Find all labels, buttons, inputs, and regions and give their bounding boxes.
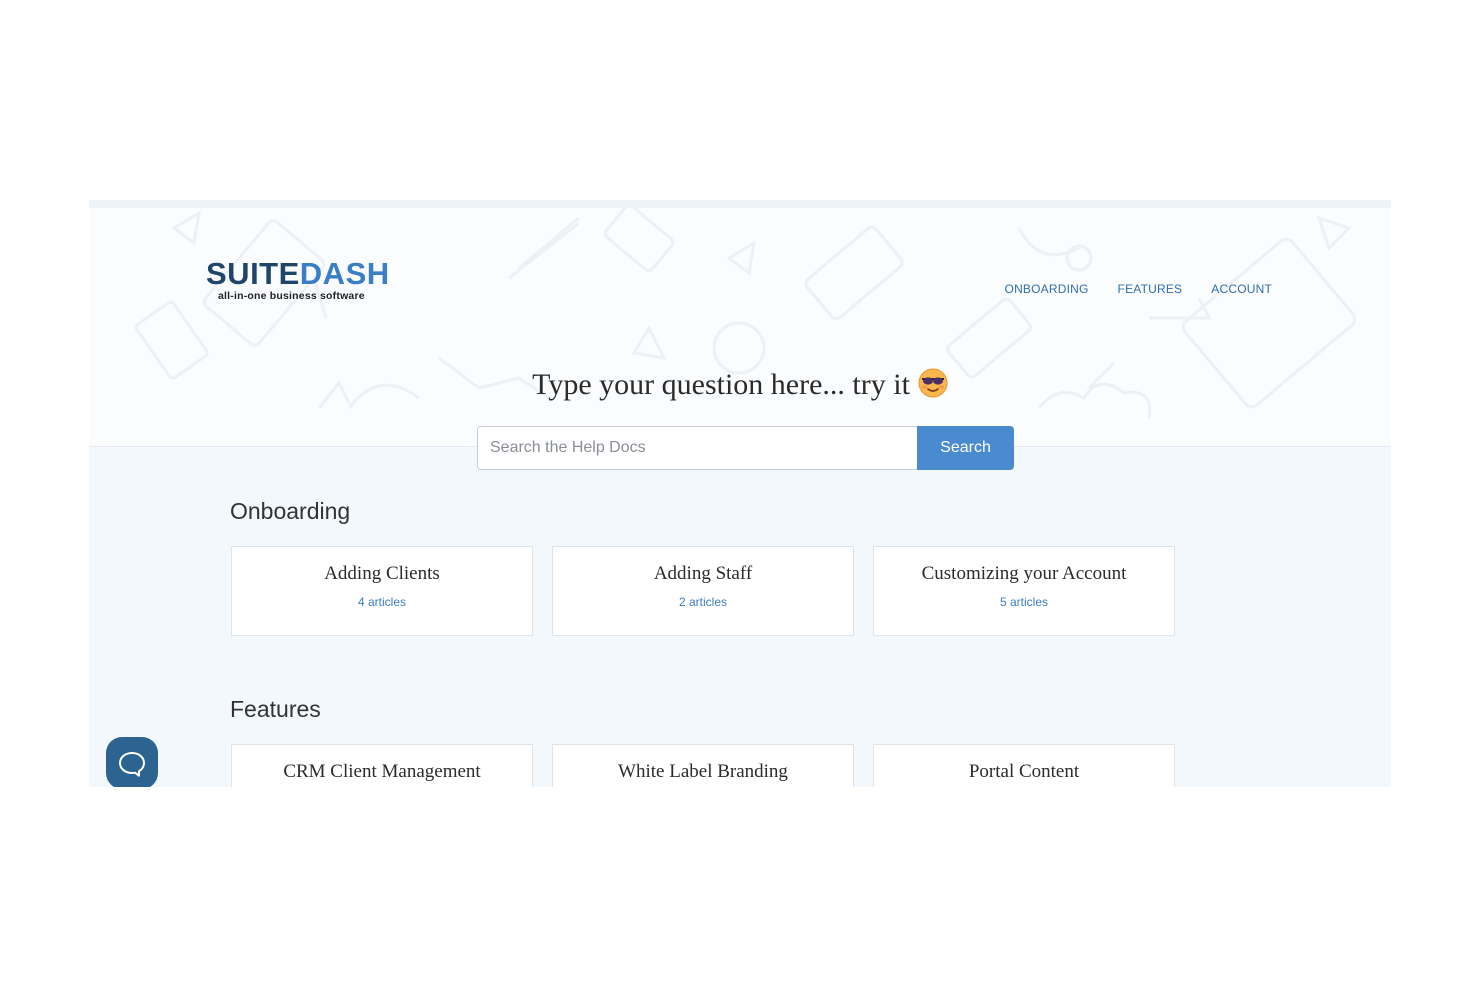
help-center-frame: SUITEDASH all-in-one business software O…	[89, 200, 1391, 787]
hero-headline-text: Type your question here... try it	[532, 368, 910, 401]
category-card[interactable]: Portal Content	[873, 744, 1175, 787]
top-nav: ONBOARDING FEATURES ACCOUNT	[1005, 282, 1272, 296]
background-doodle-pattern	[134, 208, 1357, 419]
suitedash-logo[interactable]: SUITEDASH all-in-one business software	[206, 258, 391, 304]
category-card[interactable]: CRM Client Management	[231, 744, 533, 787]
card-title: Adding Staff	[653, 563, 753, 584]
card-title: Customizing your Account	[921, 563, 1127, 584]
card-article-count[interactable]: 2 articles	[553, 595, 853, 609]
card-title: White Label Branding	[618, 761, 788, 782]
nav-features[interactable]: FEATURES	[1118, 282, 1183, 296]
search-button[interactable]: Search	[917, 426, 1014, 470]
sunglasses-face-icon	[918, 368, 948, 398]
category-card[interactable]: Adding Clients 4 articles	[231, 546, 533, 636]
help-search-bar: Search	[477, 426, 1014, 470]
logo-tagline: all-in-one business software	[218, 290, 365, 302]
card-article-count[interactable]: 4 articles	[232, 595, 532, 609]
card-article-count[interactable]: 5 articles	[874, 595, 1174, 609]
hero-headline: Type your question here... try it	[89, 368, 1391, 402]
chat-support-button[interactable]	[106, 737, 158, 787]
section-title-onboarding: Onboarding	[230, 498, 351, 524]
nav-account[interactable]: ACCOUNT	[1211, 282, 1272, 296]
hero-header: SUITEDASH all-in-one business software O…	[89, 208, 1391, 447]
card-title: CRM Client Management	[283, 761, 481, 782]
chat-bubble-icon	[119, 752, 145, 777]
category-card[interactable]: White Label Branding	[552, 744, 854, 787]
section-title-features: Features	[230, 696, 321, 722]
category-card[interactable]: Adding Staff 2 articles	[552, 546, 854, 636]
card-title: Adding Clients	[324, 563, 440, 584]
features-card-list: CRM Client Management White Label Brandi…	[231, 744, 1175, 787]
search-input[interactable]	[477, 426, 917, 470]
category-card[interactable]: Customizing your Account 5 articles	[873, 546, 1175, 636]
card-title: Portal Content	[968, 761, 1080, 782]
top-strip	[89, 200, 1391, 208]
onboarding-card-list: Adding Clients 4 articles Adding Staff 2…	[231, 546, 1175, 636]
logo-wordmark: SUITEDASH	[206, 256, 390, 291]
nav-onboarding[interactable]: ONBOARDING	[1005, 282, 1089, 296]
